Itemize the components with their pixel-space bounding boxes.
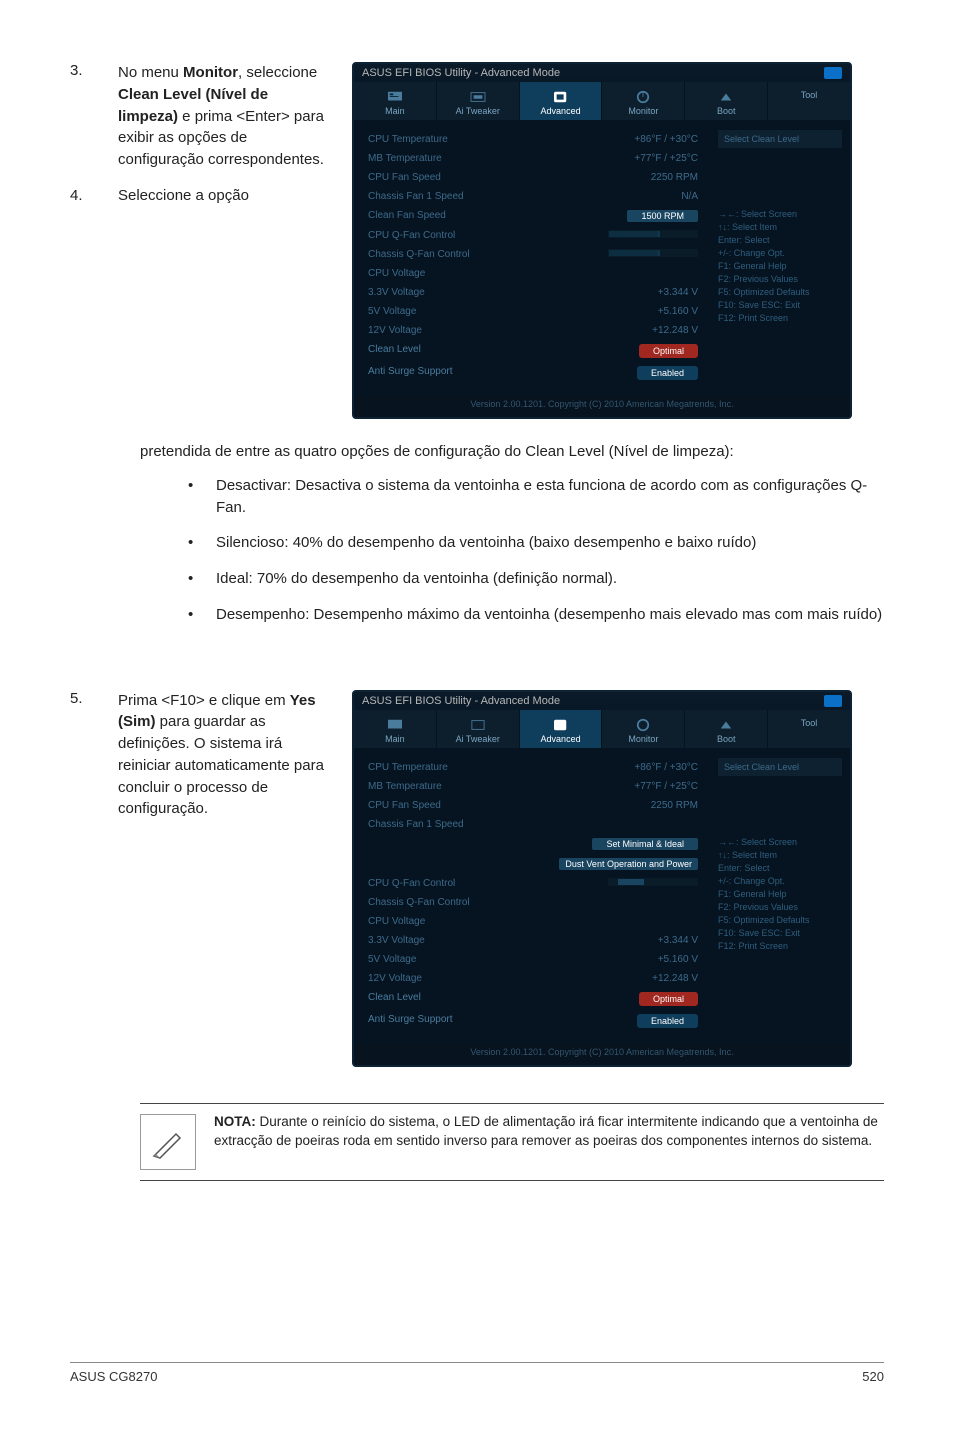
tab-tool: Tool (768, 82, 850, 120)
tab-main: Main (354, 82, 437, 120)
bullet-item: Silencioso: 40% do desempenho da ventoin… (188, 532, 884, 554)
side-keys: →←: Select Screen ↑↓: Select Item Enter:… (718, 208, 842, 325)
tab-boot: Boot (685, 82, 768, 120)
note-box: NOTA: Durante o reinício do sistema, o L… (140, 1103, 884, 1181)
tab-tweaker: Ai Tweaker (437, 710, 520, 748)
tab-boot: Boot (685, 710, 768, 748)
step3-text-c: , seleccione (238, 64, 317, 81)
enabled-button: Enabled (637, 366, 698, 380)
step4-text: Seleccione a opção (118, 185, 249, 207)
step5-a: Prima <F10> e clique em (118, 692, 290, 709)
step3-num: 3. (70, 62, 94, 419)
step3-monitor: Monitor (183, 64, 238, 81)
tab-tool: Tool (768, 710, 850, 748)
note-label: NOTA: (214, 1114, 256, 1129)
enabled-button: Enabled (637, 1014, 698, 1028)
bullet-item: Desactivar: Desactiva o sistema da vento… (188, 475, 884, 519)
bios-screenshot-2: ASUS EFI BIOS Utility - Advanced Mode Ma… (352, 690, 852, 1067)
tab-monitor: Monitor (602, 710, 685, 748)
footer-left: ASUS CG8270 (70, 1369, 157, 1384)
usb-icon (824, 67, 842, 79)
side-header: Select Clean Level (718, 758, 842, 776)
tab-advanced: Advanced (520, 82, 603, 120)
bullet-list: Desactivar: Desactiva o sistema da vento… (188, 475, 884, 626)
bullet-item: Desempenho: Desempenho máximo da ventoin… (188, 604, 884, 626)
bios-footer: Version 2.00.1201. Copyright (C) 2010 Am… (354, 396, 850, 417)
pretendida-para: pretendida de entre as quatro opções de … (140, 441, 884, 463)
step4-num: 4. (70, 185, 94, 207)
step5-num: 5. (70, 690, 94, 1067)
step3-text-a: No menu (118, 64, 183, 81)
bios-footer: Version 2.00.1201. Copyright (C) 2010 Am… (354, 1044, 850, 1065)
tab-main: Main (354, 710, 437, 748)
footer-right: 520 (862, 1369, 884, 1384)
tab-tweaker: Ai Tweaker (437, 82, 520, 120)
bios-title-2: ASUS EFI BIOS Utility - Advanced Mode (362, 695, 560, 707)
side-keys: →←: Select Screen ↑↓: Select Item Enter:… (718, 836, 842, 953)
pencil-icon (140, 1114, 196, 1170)
tab-monitor: Monitor (602, 82, 685, 120)
bios-title: ASUS EFI BIOS Utility - Advanced Mode (362, 67, 560, 79)
bullet-item: Ideal: 70% do desempenho da ventoinha (d… (188, 568, 884, 590)
min-ideal-row: Set Minimal & Ideal (368, 834, 698, 854)
tab-advanced: Advanced (520, 710, 603, 748)
clean-fan-row: Clean Fan Speed1500 RPM (368, 206, 698, 226)
note-text: Durante o reinício do sistema, o LED de … (214, 1114, 878, 1149)
optimal-button: Optimal (639, 992, 698, 1006)
optimal-button: Optimal (639, 344, 698, 358)
side-header: Select Clean Level (718, 130, 842, 148)
usb-icon (824, 695, 842, 707)
bios-screenshot-1: ASUS EFI BIOS Utility - Advanced Mode Ma… (352, 62, 852, 419)
page-footer: ASUS CG8270 520 (70, 1362, 884, 1384)
